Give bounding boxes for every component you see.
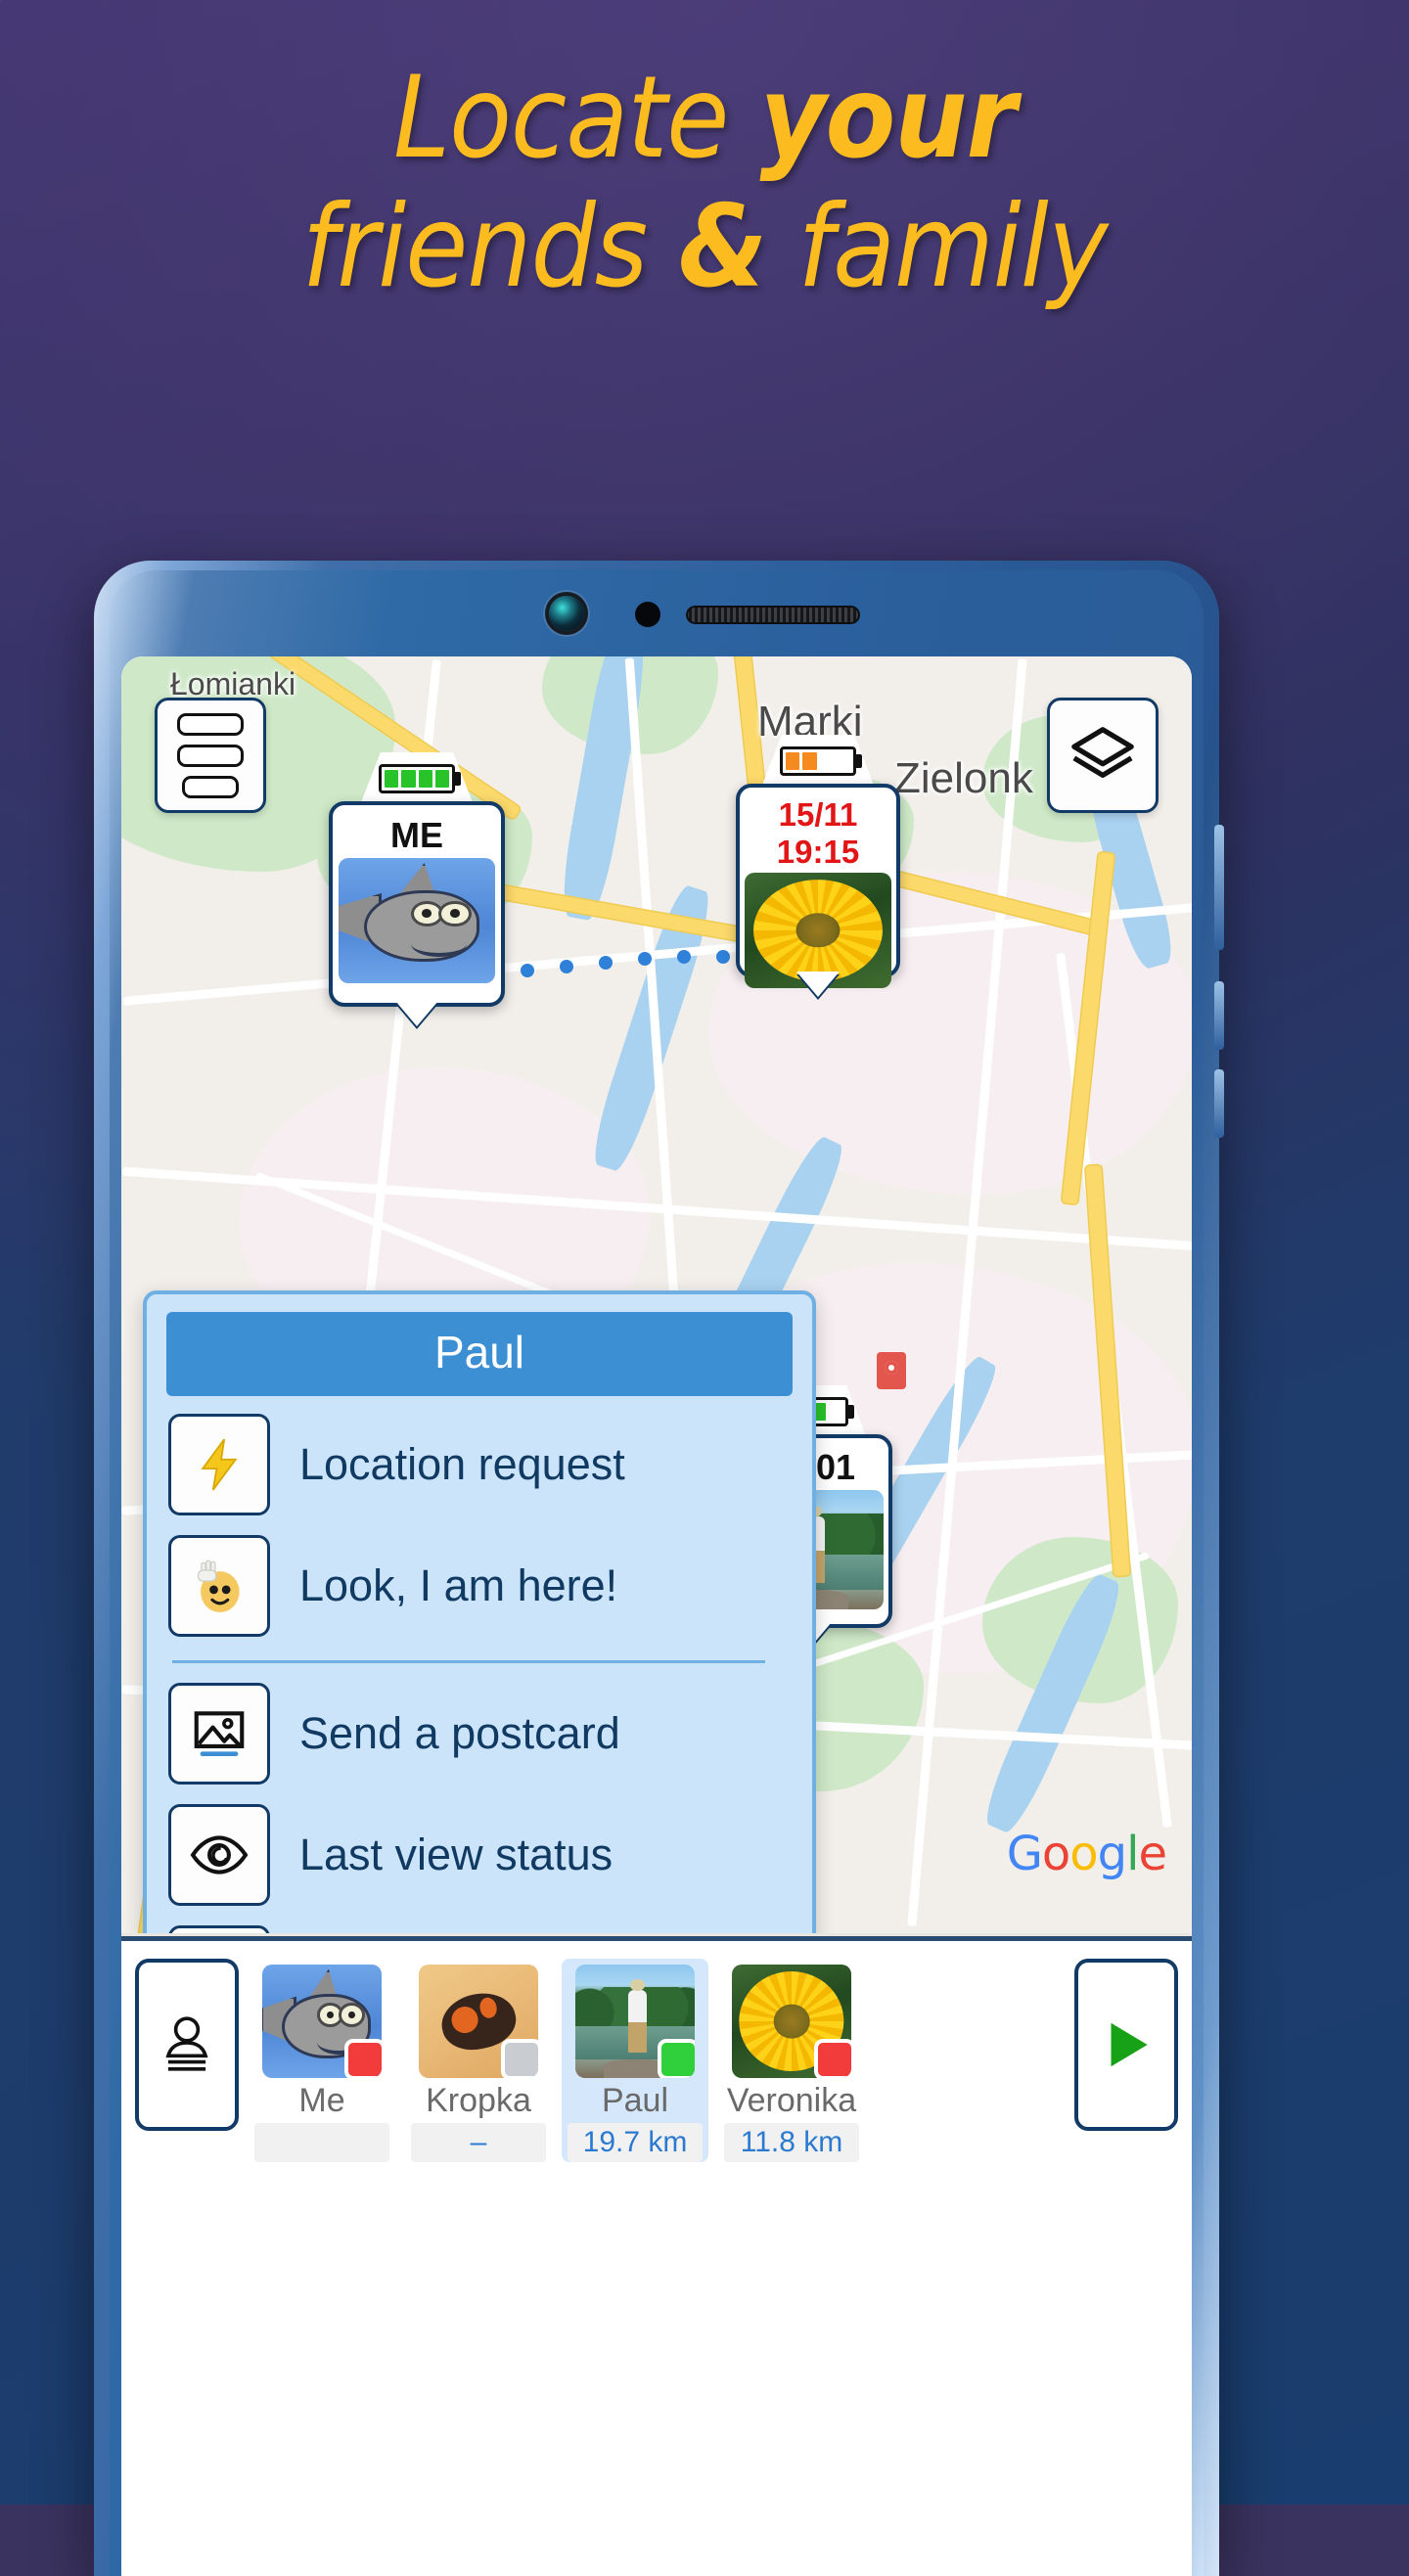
- map-marker-me[interactable]: ME: [329, 752, 505, 1007]
- phone-volume-button: [1214, 825, 1224, 950]
- contacts-person-icon: [165, 2016, 208, 2071]
- map-menu-button[interactable]: [155, 698, 266, 813]
- contact-item-kropka[interactable]: Kropka –: [405, 1959, 552, 2162]
- headline-line2-bold: &: [678, 181, 767, 314]
- waving-face-icon: [168, 1535, 270, 1637]
- google-attribution-logo: Google: [1006, 1827, 1167, 1881]
- headline-line1-normal: Locate: [392, 52, 760, 184]
- contact-distance: –: [411, 2123, 546, 2162]
- contact-action-popup[interactable]: Paul Location request Look, I am here! S…: [143, 1290, 816, 1933]
- marker-timestamp-veronika: 15/11 19:15: [776, 796, 860, 870]
- popup-item-distance-to-contacts[interactable]: Distance to contacts: [147, 1916, 812, 1933]
- contact-avatar-sunflower: [732, 1965, 851, 2078]
- map-poi-marker[interactable]: [877, 1352, 906, 1389]
- contacts-list-button[interactable]: [135, 1959, 239, 2131]
- contact-distance: [254, 2123, 389, 2162]
- eye-icon: [168, 1804, 270, 1906]
- ruler-icon: [168, 1925, 270, 1933]
- phone-side-button-2: [1214, 981, 1224, 1050]
- earpiece-speaker: [686, 606, 860, 624]
- headline-line-1: Locate your: [0, 60, 1409, 176]
- contact-distance: 11.8 km: [724, 2123, 859, 2162]
- waving-face-glyph: [197, 1559, 240, 1612]
- menu-bar-1: [177, 712, 244, 736]
- layers-icon: [1071, 727, 1134, 779]
- front-camera-icon: [549, 596, 584, 631]
- map-canvas[interactable]: Łomianki Marki Zielonk Vistula River: [121, 656, 1192, 1933]
- marker-avatar-sunflower: [745, 873, 891, 988]
- lightning-bolt-icon: [168, 1414, 270, 1515]
- popup-item-location-request[interactable]: Location request: [147, 1404, 812, 1525]
- contact-name: Paul: [601, 2082, 669, 2119]
- contact-item-me[interactable]: Me: [249, 1959, 395, 2162]
- contact-item-veronika[interactable]: Veronika 11.8 km: [718, 1959, 865, 2162]
- contact-avatar-shark: [262, 1965, 382, 2078]
- map-label-zielonka: Zielonk: [894, 754, 1033, 802]
- phone-screen: Łomianki Marki Zielonk Vistula River: [121, 656, 1192, 2576]
- status-badge: [501, 2039, 538, 2078]
- popup-item-label: Last view status: [299, 1830, 614, 1879]
- popup-item-label: Look, I am here!: [299, 1560, 618, 1610]
- status-badge: [344, 2039, 382, 2078]
- phone-mockup: Łomianki Marki Zielonk Vistula River: [94, 561, 1224, 2576]
- status-badge: [814, 2039, 851, 2078]
- play-start-button[interactable]: [1074, 1959, 1178, 2131]
- image-icon: [168, 1683, 270, 1785]
- headline-line1-bold: your: [759, 52, 1018, 184]
- popup-divider: [172, 1660, 765, 1663]
- phone-top-bezel: [115, 576, 1198, 649]
- map-layers-button[interactable]: [1047, 698, 1159, 813]
- headline-line2-b: family: [766, 181, 1108, 314]
- contacts-bar: Me Kropka – Paul 19.7 km Veronika 11.8 k…: [121, 1936, 1192, 2576]
- popup-title: Paul: [166, 1312, 793, 1396]
- marker-title-me: ME: [390, 815, 443, 855]
- contact-avatar-ladybug: [419, 1965, 538, 2078]
- contact-name: Me: [298, 2082, 345, 2119]
- phone-power-button: [1214, 1069, 1224, 1138]
- play-icon: [1111, 2022, 1148, 2067]
- popup-item-last-view-status[interactable]: Last view status: [147, 1794, 812, 1916]
- popup-item-send-a-postcard[interactable]: Send a postcard: [147, 1673, 812, 1794]
- status-badge: [658, 2039, 695, 2078]
- lightning-bolt-glyph: [201, 1438, 238, 1491]
- popup-item-look-i-am-here[interactable]: Look, I am here!: [147, 1525, 812, 1647]
- popup-item-label: Send a postcard: [299, 1708, 620, 1758]
- menu-bar-3: [182, 775, 239, 798]
- contact-item-paul[interactable]: Paul 19.7 km: [562, 1959, 708, 2162]
- menu-bar-2: [177, 744, 244, 767]
- marker-avatar-shark: [339, 858, 495, 983]
- eye-glyph: [190, 1835, 249, 1875]
- headline-line2-a: friends: [301, 181, 679, 314]
- contact-distance: 19.7 km: [568, 2123, 703, 2162]
- image-glyph: [194, 1711, 245, 1756]
- contacts-scroll-list[interactable]: Me Kropka – Paul 19.7 km Veronika 11.8 k…: [249, 1959, 1065, 2162]
- popup-item-label: Location request: [299, 1439, 625, 1489]
- promo-headline: Locate your friends & family: [0, 60, 1409, 306]
- contact-name: Veronika: [726, 2082, 857, 2119]
- contact-name: Kropka: [426, 2082, 531, 2119]
- map-marker-veronika[interactable]: 15/11 19:15: [736, 735, 900, 988]
- headline-line-2: friends & family: [0, 190, 1409, 305]
- proximity-sensor-icon: [635, 602, 660, 627]
- contact-avatar-hiker: [575, 1965, 695, 2078]
